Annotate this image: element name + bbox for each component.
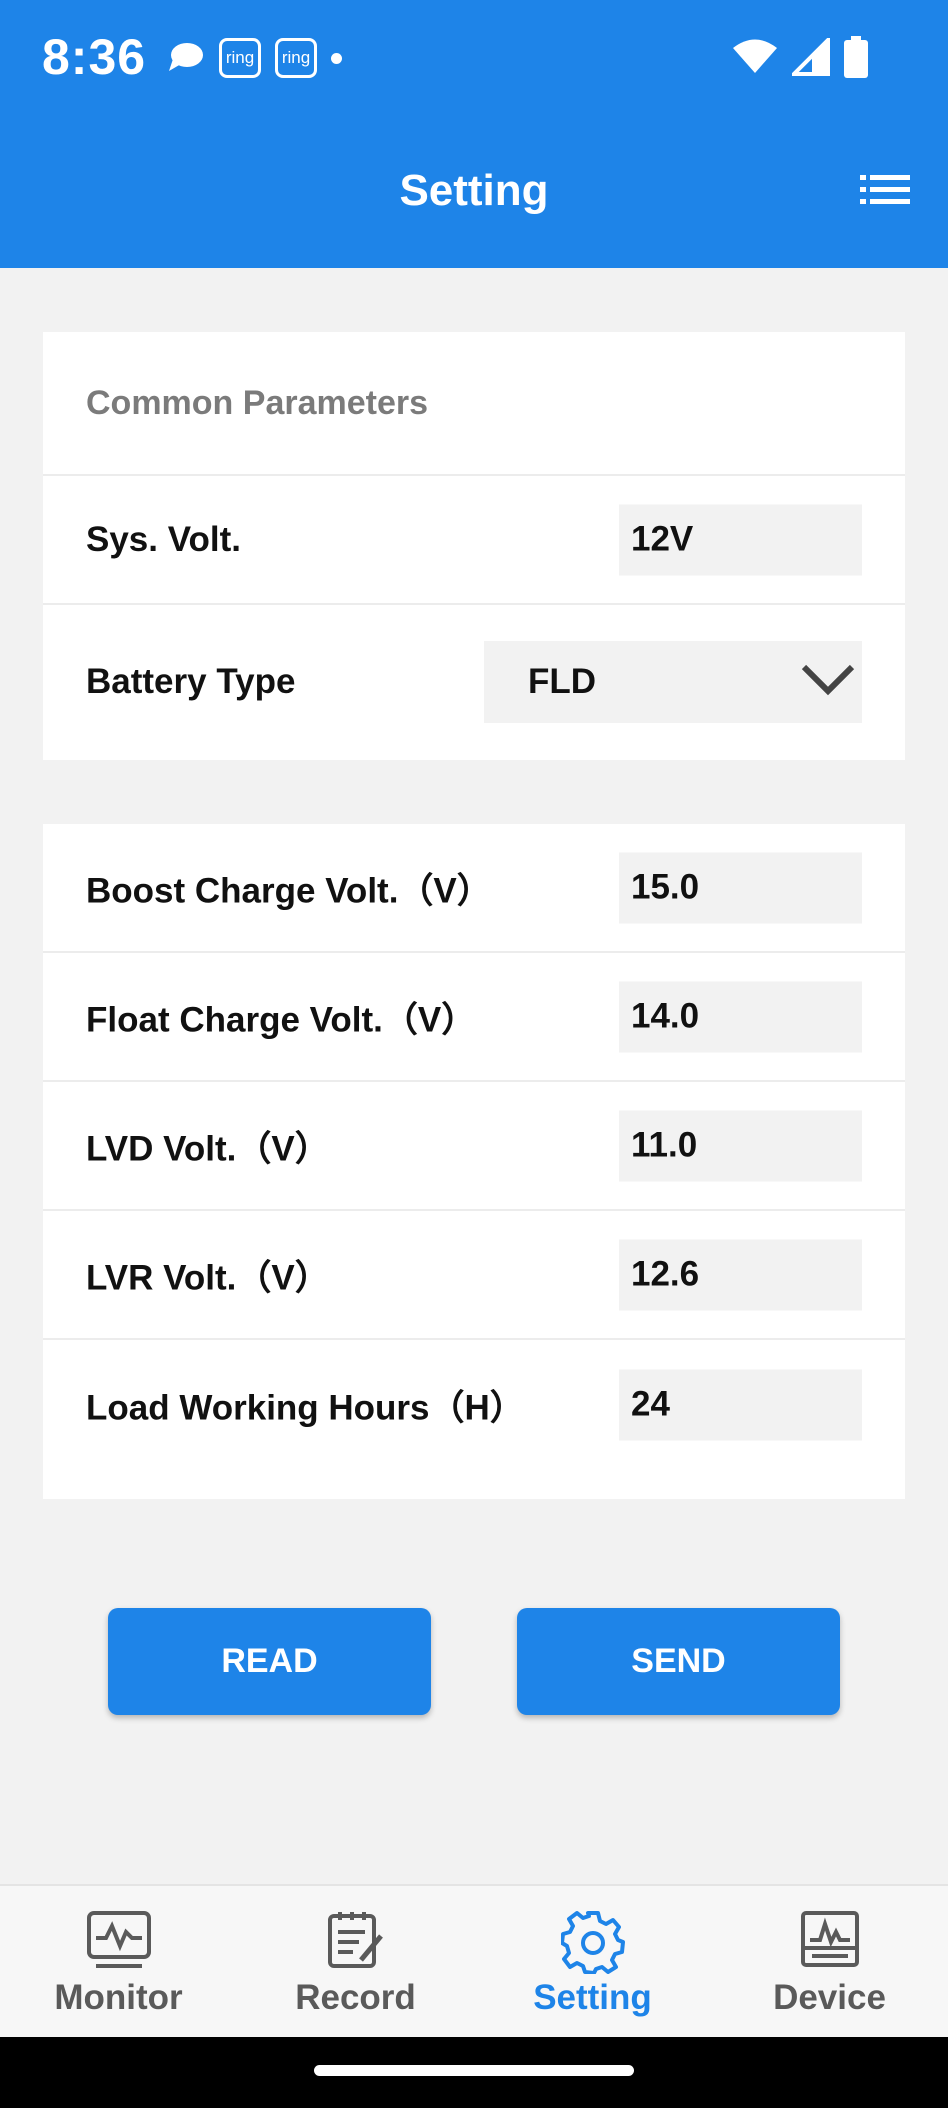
nav-item-monitor[interactable]: Monitor: [0, 1886, 237, 2039]
gear-icon: [560, 1911, 625, 1974]
wifi-icon: [733, 39, 777, 73]
status-time: 8:36: [42, 29, 147, 85]
boost-charge-volt-input[interactable]: 15.0: [619, 852, 862, 923]
more-notifications-dot-icon: [331, 52, 342, 64]
chevron-down-icon: [801, 664, 855, 696]
system-navigation-bar: [0, 2037, 948, 2108]
nav-label: Setting: [533, 1978, 652, 2017]
status-bar: 8:36 ring ring: [0, 0, 948, 118]
nav-item-setting[interactable]: Setting: [474, 1886, 711, 2039]
load-working-hours-input[interactable]: 24: [619, 1369, 862, 1440]
param-row: Load Working Hours（H） 24: [43, 1340, 905, 1469]
page-title: Setting: [399, 166, 549, 215]
monitor-icon: [86, 1911, 151, 1968]
sys-volt-row: Sys. Volt. 12V: [43, 476, 905, 605]
sys-volt-label: Sys. Volt.: [86, 519, 241, 559]
bottom-nav: Monitor Record Setting Device: [0, 1884, 948, 2037]
param-row: Boost Charge Volt.（V） 15.0: [43, 824, 905, 953]
nav-item-device[interactable]: Device: [711, 1886, 948, 2039]
lvd-volt-input[interactable]: 11.0: [619, 1110, 862, 1181]
ring-app-icon: ring: [275, 38, 317, 78]
sys-volt-field[interactable]: 12V: [619, 504, 862, 575]
card-header: Common Parameters: [43, 332, 905, 476]
device-icon: [800, 1911, 859, 1967]
param-row: Float Charge Volt.（V） 14.0: [43, 953, 905, 1082]
param-row: LVD Volt.（V） 11.0: [43, 1082, 905, 1211]
home-gesture-handle[interactable]: [314, 2065, 634, 2076]
chat-bubble-icon: [169, 43, 203, 71]
load-working-hours-label: Load Working Hours（H）: [86, 1388, 525, 1427]
ring-app-icon: ring: [219, 38, 261, 78]
lvr-volt-label: LVR Volt.（V）: [86, 1258, 330, 1297]
nav-item-record[interactable]: Record: [237, 1886, 474, 2039]
send-button[interactable]: SEND: [517, 1608, 840, 1715]
battery-type-label: Battery Type: [86, 662, 296, 701]
voltage-parameters-card: Boost Charge Volt.（V） 15.0 Float Charge …: [43, 824, 905, 1499]
lvr-volt-input[interactable]: 12.6: [619, 1239, 862, 1310]
lvd-volt-label: LVD Volt.（V）: [86, 1129, 330, 1168]
nav-label: Device: [773, 1978, 886, 2017]
battery-type-select[interactable]: FLD: [484, 641, 862, 723]
app-bar: Setting: [0, 118, 948, 268]
ring-label: ring: [225, 48, 255, 67]
nav-label: Record: [295, 1978, 416, 2017]
status-system-icons: [732, 36, 868, 78]
common-parameters-card: Common Parameters Sys. Volt. 12V Battery…: [43, 332, 905, 760]
read-button[interactable]: READ: [108, 1608, 431, 1715]
record-icon: [327, 1912, 383, 1968]
menu-list-icon[interactable]: [860, 174, 910, 206]
boost-charge-volt-label: Boost Charge Volt.（V）: [86, 871, 492, 910]
nav-label: Monitor: [54, 1978, 183, 2017]
battery-type-row: Battery Type FLD: [43, 605, 905, 759]
battery-type-value: FLD: [528, 662, 597, 701]
battery-icon: [844, 36, 868, 78]
cell-signal-icon: [792, 38, 830, 76]
param-row: LVR Volt.（V） 12.6: [43, 1211, 905, 1340]
section-title: Common Parameters: [86, 383, 429, 422]
status-notifications: ring ring: [165, 38, 342, 78]
float-charge-volt-input[interactable]: 14.0: [619, 981, 862, 1052]
ring-label: ring: [281, 48, 311, 67]
float-charge-volt-label: Float Charge Volt.（V）: [86, 1000, 477, 1039]
